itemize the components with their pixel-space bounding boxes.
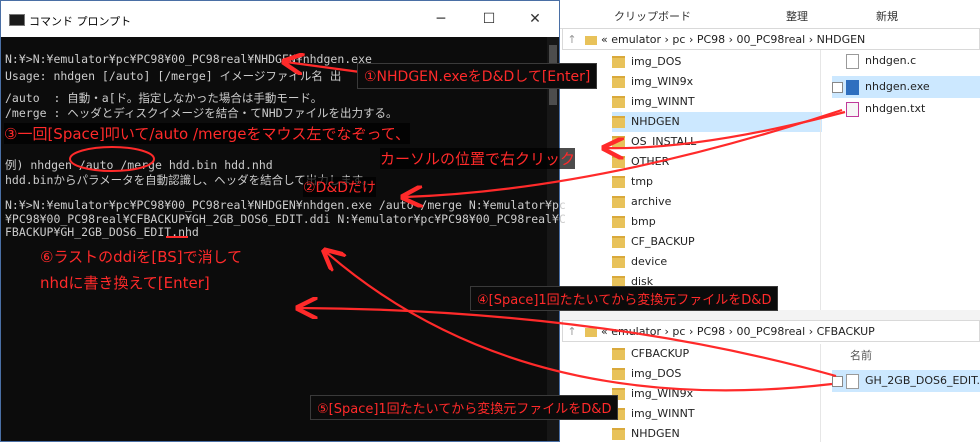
annotation-step2: ②D&Dだけ (303, 177, 377, 197)
arrow-step4 (300, 308, 837, 378)
annotation-step6b: nhdに書き換えて[Enter] (40, 274, 210, 292)
arrow-step1 (286, 62, 361, 72)
arrow-step3 (606, 110, 846, 148)
annotation-step1: ①NHDGEN.exeをD&Dして[Enter] (357, 63, 598, 89)
annotation-step3b: カーソルの位置で右クリック (380, 148, 576, 169)
highlight-auto-merge (69, 146, 155, 172)
annotation-step4: ④[Space]1回たたいてから変換元ファイルをD&D (470, 286, 779, 311)
arrow-step5 (326, 252, 833, 392)
annotation-step5: ⑤[Space]1回たたいてから変換元ファイルをD&D (310, 395, 619, 420)
annotation-step3a: ③一回[Space]叩いて/auto /mergeをマウス左でなぞって、 (4, 123, 411, 144)
annotation-step6a: ⑥ラストのddiを[BS]で消して (40, 248, 243, 266)
